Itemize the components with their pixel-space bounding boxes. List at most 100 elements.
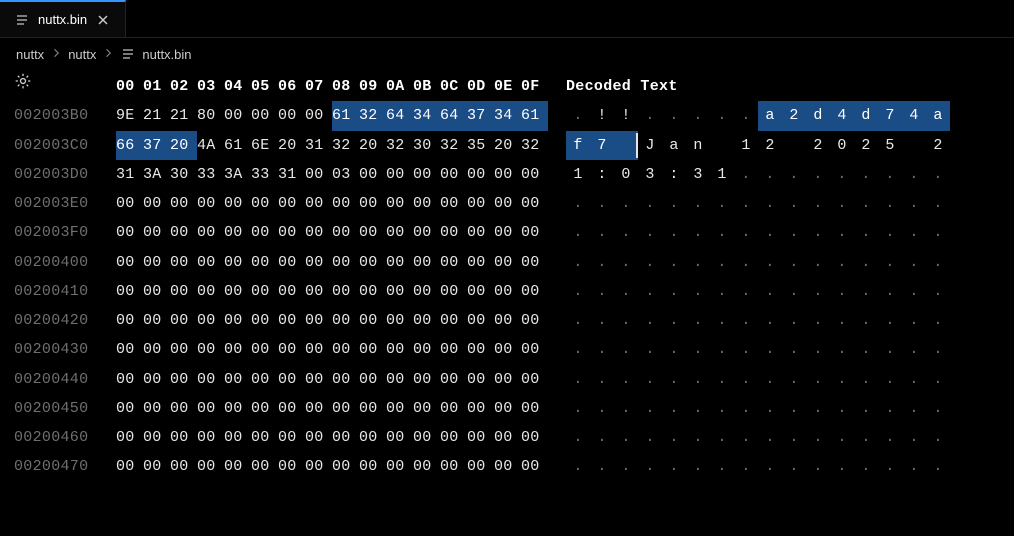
decoded-char[interactable]: .: [782, 248, 806, 277]
decoded-char[interactable]: .: [734, 423, 758, 452]
decoded-char[interactable]: .: [902, 365, 926, 394]
decoded-char[interactable]: .: [614, 394, 638, 423]
decoded-char[interactable]: .: [854, 335, 878, 364]
decoded-char[interactable]: .: [878, 248, 902, 277]
hex-byte[interactable]: 00: [440, 189, 467, 218]
hex-byte[interactable]: 20: [494, 131, 521, 160]
decoded-char[interactable]: .: [782, 277, 806, 306]
hex-byte[interactable]: 00: [251, 306, 278, 335]
hex-byte[interactable]: 32: [332, 131, 359, 160]
decoded-char[interactable]: .: [854, 306, 878, 335]
hex-byte[interactable]: 00: [170, 423, 197, 452]
hex-byte[interactable]: 61: [521, 101, 548, 130]
hex-byte[interactable]: 00: [251, 423, 278, 452]
hex-byte[interactable]: 00: [467, 335, 494, 364]
hex-byte[interactable]: 00: [332, 452, 359, 481]
hex-byte[interactable]: 00: [359, 160, 386, 189]
decoded-char[interactable]: .: [878, 277, 902, 306]
decoded-char[interactable]: .: [878, 394, 902, 423]
hex-byte[interactable]: 00: [197, 277, 224, 306]
hex-byte[interactable]: 00: [494, 189, 521, 218]
breadcrumb-item[interactable]: nuttx: [16, 47, 44, 62]
decoded-char[interactable]: .: [782, 423, 806, 452]
hex-byte[interactable]: 00: [251, 101, 278, 130]
decoded-char[interactable]: .: [710, 335, 734, 364]
hex-byte[interactable]: 00: [386, 248, 413, 277]
hex-byte[interactable]: 00: [494, 277, 521, 306]
decoded-char[interactable]: .: [686, 306, 710, 335]
hex-byte[interactable]: 00: [251, 189, 278, 218]
decoded-char[interactable]: .: [806, 189, 830, 218]
decoded-char[interactable]: .: [638, 365, 662, 394]
hex-byte[interactable]: 00: [116, 218, 143, 247]
hex-byte[interactable]: 00: [143, 306, 170, 335]
hex-byte[interactable]: 20: [170, 131, 197, 160]
decoded-char[interactable]: .: [830, 394, 854, 423]
hex-byte[interactable]: 31: [278, 160, 305, 189]
decoded-char[interactable]: .: [566, 248, 590, 277]
decoded-char[interactable]: .: [686, 394, 710, 423]
decoded-char[interactable]: .: [710, 277, 734, 306]
close-icon[interactable]: [95, 12, 111, 28]
hex-byte[interactable]: 00: [197, 365, 224, 394]
decoded-char[interactable]: .: [830, 218, 854, 247]
decoded-char[interactable]: .: [806, 277, 830, 306]
hex-byte[interactable]: 64: [440, 101, 467, 130]
hex-byte[interactable]: 00: [143, 423, 170, 452]
hex-byte[interactable]: 00: [521, 452, 548, 481]
decoded-char[interactable]: .: [686, 248, 710, 277]
hex-byte[interactable]: 00: [170, 277, 197, 306]
decoded-char[interactable]: .: [830, 160, 854, 189]
decoded-char[interactable]: [710, 131, 734, 160]
hex-byte[interactable]: 00: [224, 101, 251, 130]
hex-byte[interactable]: 00: [359, 365, 386, 394]
hex-byte[interactable]: 31: [116, 160, 143, 189]
decoded-char[interactable]: .: [854, 189, 878, 218]
decoded-char[interactable]: .: [686, 277, 710, 306]
decoded-char[interactable]: .: [902, 218, 926, 247]
decoded-char[interactable]: .: [638, 306, 662, 335]
decoded-char[interactable]: .: [734, 160, 758, 189]
hex-byte[interactable]: 00: [224, 365, 251, 394]
hex-byte[interactable]: 00: [521, 160, 548, 189]
hex-byte[interactable]: 00: [143, 394, 170, 423]
decoded-char[interactable]: .: [926, 365, 950, 394]
hex-byte[interactable]: 00: [305, 306, 332, 335]
hex-byte[interactable]: 00: [494, 306, 521, 335]
decoded-char[interactable]: .: [878, 306, 902, 335]
decoded-char[interactable]: .: [566, 365, 590, 394]
decoded-char[interactable]: .: [638, 218, 662, 247]
decoded-char[interactable]: !: [590, 101, 614, 130]
hex-byte[interactable]: 32: [359, 101, 386, 130]
hex-byte[interactable]: 03: [332, 160, 359, 189]
hex-byte[interactable]: 00: [197, 423, 224, 452]
decoded-char[interactable]: .: [566, 306, 590, 335]
hex-byte[interactable]: 00: [386, 423, 413, 452]
hex-byte[interactable]: 00: [521, 277, 548, 306]
decoded-char[interactable]: 0: [830, 131, 854, 160]
decoded-char[interactable]: .: [758, 452, 782, 481]
decoded-char[interactable]: .: [566, 452, 590, 481]
decoded-char[interactable]: .: [830, 452, 854, 481]
decoded-char[interactable]: .: [614, 335, 638, 364]
decoded-char[interactable]: .: [590, 218, 614, 247]
hex-byte[interactable]: 00: [521, 335, 548, 364]
decoded-char[interactable]: .: [878, 423, 902, 452]
decoded-char[interactable]: .: [854, 394, 878, 423]
decoded-char[interactable]: 4: [830, 101, 854, 130]
hex-byte[interactable]: 00: [305, 452, 332, 481]
hex-byte[interactable]: 00: [413, 365, 440, 394]
hex-byte[interactable]: 00: [197, 452, 224, 481]
decoded-char[interactable]: .: [830, 423, 854, 452]
hex-byte[interactable]: 00: [440, 423, 467, 452]
hex-byte[interactable]: 00: [278, 452, 305, 481]
hex-byte[interactable]: 00: [386, 306, 413, 335]
hex-byte[interactable]: 00: [197, 189, 224, 218]
hex-byte[interactable]: 00: [224, 306, 251, 335]
decoded-char[interactable]: .: [902, 189, 926, 218]
hex-byte[interactable]: 00: [413, 277, 440, 306]
decoded-char[interactable]: .: [782, 189, 806, 218]
hex-byte[interactable]: 00: [359, 394, 386, 423]
hex-byte[interactable]: 00: [143, 189, 170, 218]
hex-byte[interactable]: 3A: [143, 160, 170, 189]
